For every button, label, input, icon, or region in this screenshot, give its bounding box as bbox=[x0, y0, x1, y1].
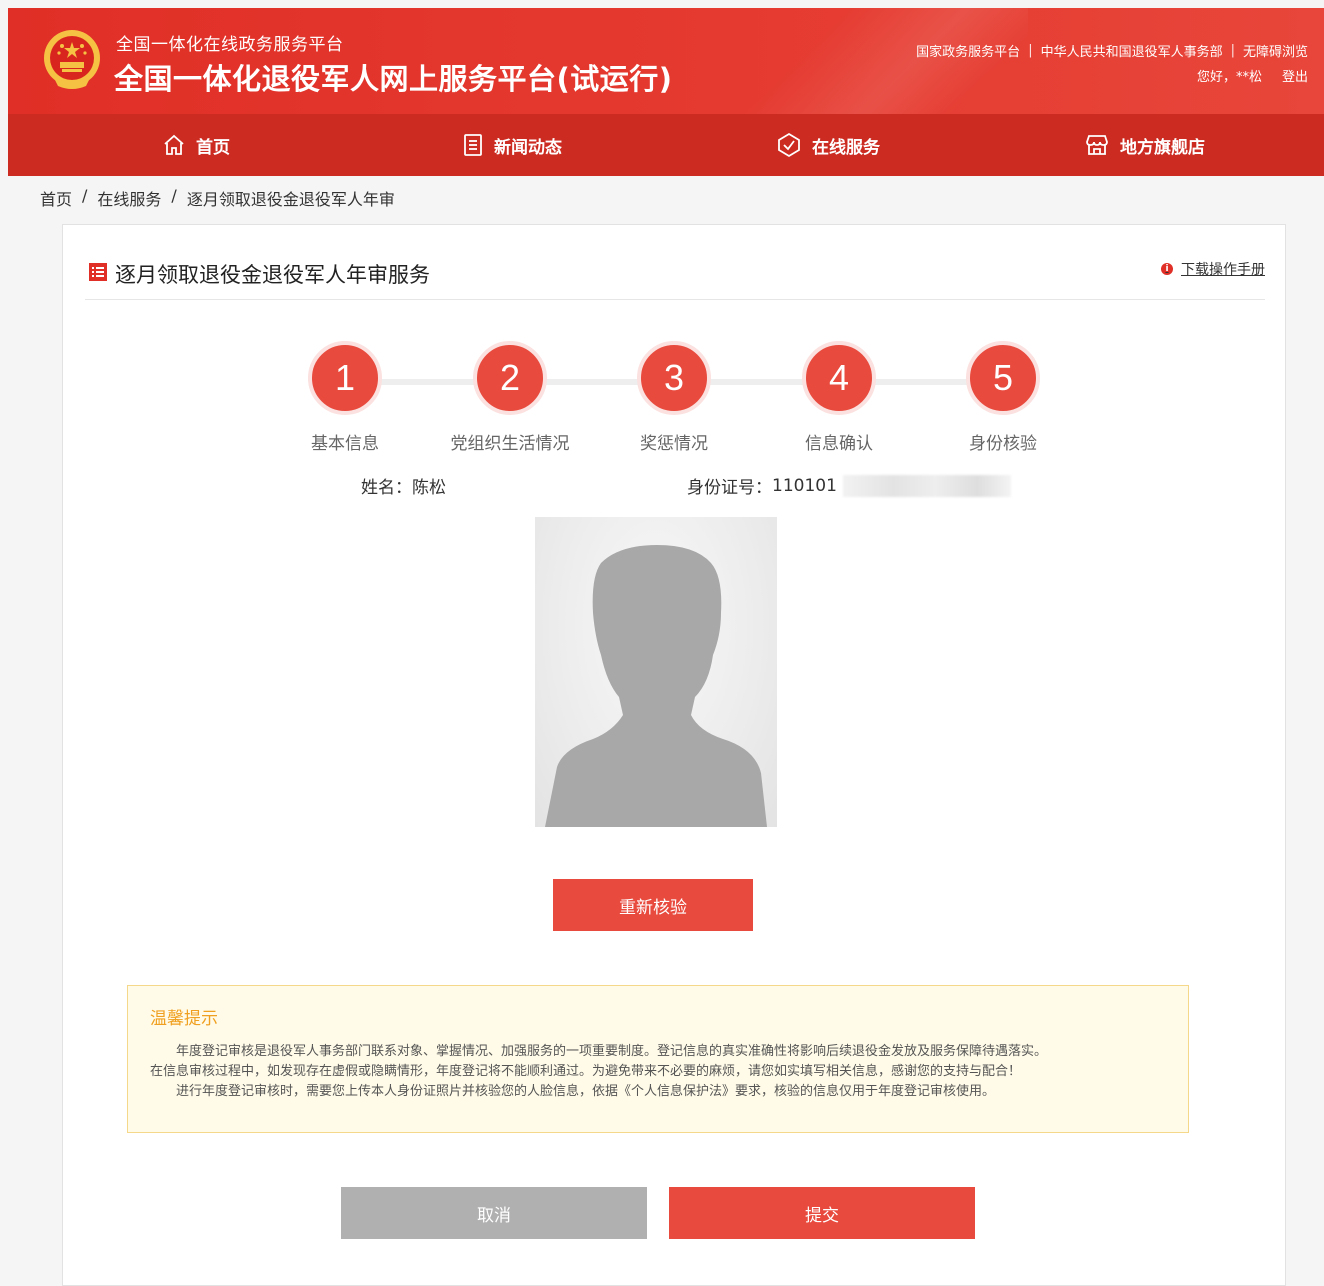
step-number: 2 bbox=[473, 341, 547, 415]
step-label: 身份核验 bbox=[969, 434, 1037, 454]
name-label: 姓名： bbox=[361, 478, 412, 498]
nav-item-home[interactable]: 首页 bbox=[162, 114, 230, 176]
tips-line: 进行年度登记审核时，需要您上传本人身份证照片并核验您的人脸信息，依据《个人信息保… bbox=[176, 1084, 996, 1099]
breadcrumb-current: 逐月领取退役金退役军人年审 bbox=[186, 190, 395, 209]
step-confirm: 4 信息确认 bbox=[769, 341, 909, 454]
list-icon bbox=[89, 262, 107, 286]
home-icon bbox=[162, 133, 186, 157]
download-manual-link[interactable]: i 下载操作手册 bbox=[1161, 259, 1265, 279]
step-number: 4 bbox=[802, 341, 876, 415]
breadcrumb-online-service[interactable]: 在线服务 bbox=[97, 186, 161, 210]
step-number: 5 bbox=[966, 341, 1040, 415]
info-icon: i bbox=[1161, 263, 1173, 275]
logout-link[interactable]: 登出 bbox=[1282, 66, 1308, 85]
store-icon bbox=[1084, 133, 1110, 157]
platform-title: 全国一体化退役军人网上服务平台(试运行) bbox=[114, 62, 673, 96]
link-national-gov-service[interactable]: 国家政务服务平台 bbox=[916, 41, 1020, 60]
header-decoration bbox=[648, 8, 1028, 114]
breadcrumb: 首页 / 在线服务 / 逐月领取退役金退役军人年审 bbox=[40, 186, 395, 210]
step-identity-verify: 5 身份核验 bbox=[933, 341, 1073, 454]
nav-label: 首页 bbox=[196, 137, 230, 158]
step-number: 1 bbox=[308, 341, 382, 415]
link-separator: | bbox=[1230, 43, 1235, 58]
nav-item-local-store[interactable]: 地方旗舰店 bbox=[1084, 114, 1205, 176]
avatar-placeholder-icon bbox=[545, 545, 767, 827]
site-header: 全国一体化在线政务服务平台 全国一体化退役军人网上服务平台(试运行) 国家政务服… bbox=[8, 8, 1324, 114]
nav-label: 在线服务 bbox=[812, 137, 880, 158]
id-label: 身份证号： bbox=[687, 478, 772, 498]
tips-title: 温馨提示 bbox=[150, 1009, 218, 1029]
top-links: 国家政务服务平台 | 中华人民共和国退役军人事务部 | 无障碍浏览 bbox=[916, 41, 1308, 60]
id-masked-region bbox=[842, 474, 1011, 497]
user-bar: 您好，**松 登出 bbox=[1197, 66, 1308, 85]
nav-label: 新闻动态 bbox=[494, 137, 562, 158]
person-id: 身份证号： 110101 bbox=[687, 473, 1011, 498]
id-value: 110101 bbox=[772, 475, 837, 496]
submit-button[interactable]: 提交 bbox=[669, 1187, 975, 1239]
breadcrumb-separator: / bbox=[171, 186, 177, 205]
name-value: 陈松 bbox=[412, 478, 446, 498]
step-label: 党组织生活情况 bbox=[450, 434, 570, 454]
service-icon bbox=[776, 132, 802, 158]
main-nav: 首页 新闻动态 在线服务 地方旗舰店 bbox=[8, 114, 1324, 176]
nav-label: 地方旗舰店 bbox=[1120, 137, 1205, 158]
service-card: 逐月领取退役金退役军人年审服务 i 下载操作手册 1 基本信息 2 党组织生活情… bbox=[62, 224, 1286, 1286]
tips-box: 温馨提示 年度登记审核是退役军人事务部门联系对象、掌握情况、加强服务的一项重要制… bbox=[127, 985, 1189, 1133]
face-photo bbox=[535, 517, 777, 827]
nav-item-news[interactable]: 新闻动态 bbox=[462, 114, 562, 176]
breadcrumb-home[interactable]: 首页 bbox=[40, 186, 72, 210]
card-divider bbox=[85, 299, 1265, 300]
cancel-button[interactable]: 取消 bbox=[341, 1187, 647, 1239]
link-separator: | bbox=[1028, 43, 1033, 58]
tips-body: 年度登记审核是退役军人事务部门联系对象、掌握情况、加强服务的一项重要制度。登记信… bbox=[150, 1042, 1168, 1102]
national-emblem-icon bbox=[42, 28, 102, 92]
download-manual-label: 下载操作手册 bbox=[1181, 262, 1265, 278]
step-party-life: 2 党组织生活情况 bbox=[440, 341, 580, 454]
card-title: 逐月领取退役金退役军人年审服务 bbox=[89, 259, 430, 289]
user-greeting: 您好，**松 bbox=[1196, 70, 1262, 85]
nav-item-online-service[interactable]: 在线服务 bbox=[776, 114, 880, 176]
breadcrumb-separator: / bbox=[82, 186, 88, 205]
step-basic-info: 1 基本信息 bbox=[275, 341, 415, 454]
tips-line: 在信息审核过程中，如发现存在虚假或隐瞒情形，年度登记将不能顺利通过。为避免带来不… bbox=[150, 1064, 1022, 1079]
step-label: 奖惩情况 bbox=[640, 434, 708, 454]
person-name: 姓名：陈松 bbox=[361, 473, 446, 498]
step-rewards: 3 奖惩情况 bbox=[604, 341, 744, 454]
step-label: 基本信息 bbox=[311, 434, 379, 454]
recheck-button[interactable]: 重新核验 bbox=[553, 879, 753, 931]
tips-line: 年度登记审核是退役军人事务部门联系对象、掌握情况、加强服务的一项重要制度。登记信… bbox=[176, 1044, 1048, 1059]
step-number: 3 bbox=[637, 341, 711, 415]
link-accessibility[interactable]: 无障碍浏览 bbox=[1243, 41, 1308, 60]
news-icon bbox=[462, 133, 484, 157]
link-veterans-ministry[interactable]: 中华人民共和国退役军人事务部 bbox=[1041, 41, 1223, 60]
card-title-text: 逐月领取退役金退役军人年审服务 bbox=[115, 263, 430, 287]
step-label: 信息确认 bbox=[805, 434, 873, 454]
platform-subtitle: 全国一体化在线政务服务平台 bbox=[116, 35, 344, 55]
